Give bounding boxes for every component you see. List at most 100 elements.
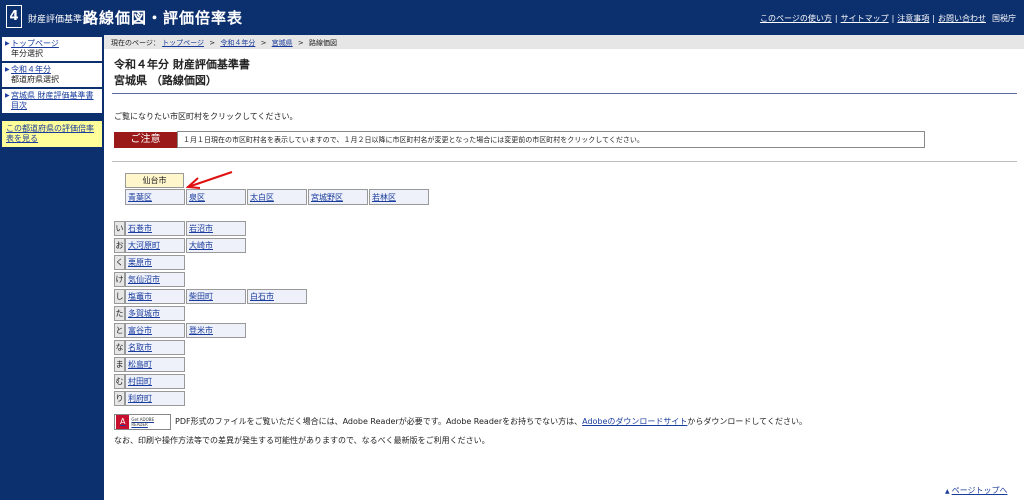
ward-izumi[interactable]: 泉区 (186, 189, 246, 205)
city-link[interactable]: 塩竈市 (128, 292, 152, 301)
breadcrumb-separator: > (260, 39, 267, 47)
city-cell[interactable]: 多賀城市 (125, 306, 185, 321)
sidebar-item-year: ▶ 令和４年分 都道府県選択 (2, 63, 102, 87)
header-separator: | (834, 14, 838, 23)
ward-miyagino[interactable]: 宮城野区 (308, 189, 368, 205)
site-header: 4 財産評価基準書 路線価図・評価倍率表 このページの使い方 | サイトマップ … (0, 0, 1024, 35)
city-link[interactable]: 登米市 (189, 326, 213, 335)
header-link-contact[interactable]: お問い合わせ (938, 13, 986, 24)
city-link[interactable]: 石巻市 (128, 224, 152, 233)
kana-index: け (114, 272, 125, 287)
kana-index: お (114, 238, 125, 253)
city-link[interactable]: 気仙沼市 (128, 275, 160, 284)
kana-index: と (114, 323, 125, 338)
city-cell[interactable]: 松島町 (125, 357, 185, 372)
header-separator: | (932, 14, 935, 23)
city-link[interactable]: 柴田町 (189, 292, 213, 301)
notice-text: １月１日現在の市区町村名を表示していますので、１月２日以降に市区町村名が変更とな… (177, 131, 925, 148)
ward-link[interactable]: 宮城野区 (311, 193, 343, 202)
sidebar-link-top[interactable]: トップページ (11, 39, 59, 48)
main-content: 現在のページ： トップページ > 令和４年分 > 宮城県 > 路線価図 令和４年… (104, 35, 1024, 500)
instruction-text: ご覧になりたい市区町村をクリックしてください。 (114, 112, 298, 121)
breadcrumb-year[interactable]: 令和４年分 (220, 39, 255, 47)
breadcrumb-prefecture[interactable]: 宮城県 (272, 39, 293, 47)
city-link[interactable]: 白石市 (250, 292, 274, 301)
page-title-line1: 令和４年分 財産評価基準書 (114, 58, 250, 71)
breadcrumb-current: 路線価図 (309, 39, 338, 47)
city-cell[interactable]: 登米市 (186, 323, 246, 338)
title-divider (112, 93, 1017, 94)
city-link[interactable]: 大崎市 (189, 241, 213, 250)
kana-index: な (114, 340, 125, 355)
header-nav: このページの使い方 | サイトマップ | 注意事項 | お問い合わせ 国税庁 (760, 13, 1016, 24)
city-link[interactable]: 富谷市 (128, 326, 152, 335)
city-cell[interactable]: 大河原町 (125, 238, 185, 253)
header-link-sitemap[interactable]: サイトマップ (841, 13, 889, 24)
section-divider (112, 161, 1017, 162)
sidebar-link-year[interactable]: 令和４年分 (11, 65, 51, 74)
adobe-badge-text: Get ADOBE READER (131, 417, 155, 427)
ward-wakabayashi[interactable]: 若林区 (369, 189, 429, 205)
agency-name: 国税庁 (992, 14, 1016, 23)
ward-link[interactable]: 青葉区 (128, 193, 152, 202)
page-top-link[interactable]: ページトップへ (952, 486, 1008, 495)
notice-label: ご注意 (114, 132, 177, 148)
header-link-howto[interactable]: このページの使い方 (760, 13, 832, 24)
kana-index: し (114, 289, 125, 304)
city-link[interactable]: 名取市 (128, 343, 152, 352)
city-link[interactable]: 多賀城市 (128, 309, 160, 318)
city-cell[interactable]: 気仙沼市 (125, 272, 185, 287)
city-cell[interactable]: 柴田町 (186, 289, 246, 304)
city-cell[interactable]: 岩沼市 (186, 221, 246, 236)
sidebar-rate-table-link[interactable]: この都道府県の評価倍率表を見る (2, 121, 102, 147)
breadcrumb: 現在のページ： トップページ > 令和４年分 > 宮城県 > 路線価図 (104, 35, 1024, 49)
page-title: 令和４年分 財産評価基準書 宮城県 （路線価図） (114, 57, 250, 89)
sendai-city-header: 仙台市 (125, 173, 184, 188)
breadcrumb-top[interactable]: トップページ (162, 39, 204, 47)
city-link[interactable]: 村田町 (128, 377, 152, 386)
pdf-notice-text: からダウンロードしてください。 (687, 417, 807, 426)
city-cell[interactable]: 大崎市 (186, 238, 246, 253)
city-link[interactable]: 大河原町 (128, 241, 160, 250)
breadcrumb-prefix: 現在のページ： (111, 39, 160, 47)
sidebar-item-toc: ▶ 宮城県 財産評価基準書目次 (2, 89, 102, 113)
triangle-right-icon: ▶ (5, 40, 10, 47)
pdf-notice-text: PDF形式のファイルをご覧いただく場合には、Adobe Readerが必要です。… (175, 417, 583, 426)
sidebar: ▶ トップページ 年分選択 ▶ 令和４年分 都道府県選択 ▶ 宮城県 財産評価基… (0, 35, 104, 500)
triangle-right-icon: ▶ (5, 66, 10, 73)
city-link[interactable]: 栗原市 (128, 258, 152, 267)
breadcrumb-separator: > (297, 39, 304, 47)
city-link[interactable]: 松島町 (128, 360, 152, 369)
breadcrumb-separator: > (209, 39, 216, 47)
ward-link[interactable]: 若林区 (372, 193, 396, 202)
logo-small-text: 財産評価基準書 (28, 15, 92, 25)
logo-number: 4 (6, 5, 22, 28)
kana-index: り (114, 391, 125, 406)
city-cell[interactable]: 栗原市 (125, 255, 185, 270)
header-separator: | (891, 14, 895, 23)
city-link[interactable]: 岩沼市 (189, 224, 213, 233)
ward-taihaku[interactable]: 太白区 (247, 189, 307, 205)
city-cell[interactable]: 塩竈市 (125, 289, 185, 304)
ward-aoba[interactable]: 青葉区 (125, 189, 185, 205)
kana-index: た (114, 306, 125, 321)
pdf-icon: A (116, 415, 130, 429)
triangle-right-icon: ▶ (5, 92, 10, 99)
city-link[interactable]: 利府町 (128, 394, 152, 403)
ward-link[interactable]: 太白区 (250, 193, 274, 202)
sidebar-link-toc[interactable]: 宮城県 財産評価基準書目次 (11, 91, 94, 110)
city-cell[interactable]: 利府町 (125, 391, 185, 406)
city-cell[interactable]: 村田町 (125, 374, 185, 389)
sidebar-item-sub: 都道府県選択 (11, 75, 59, 84)
city-cell[interactable]: 富谷市 (125, 323, 185, 338)
adobe-reader-badge[interactable]: A Get ADOBE READER (114, 414, 171, 430)
city-cell[interactable]: 石巻市 (125, 221, 185, 236)
logo-title: 路線価図・評価倍率表 (83, 9, 244, 27)
adobe-download-link[interactable]: Adobeのダウンロードサイト (582, 417, 687, 426)
triangle-up-icon: ▲ (945, 488, 950, 495)
city-cell[interactable]: 名取市 (125, 340, 185, 355)
city-cell[interactable]: 白石市 (247, 289, 307, 304)
header-link-notes[interactable]: 注意事項 (897, 13, 929, 24)
sidebar-item-sub: 年分選択 (11, 49, 43, 58)
ward-link[interactable]: 泉区 (189, 193, 205, 202)
